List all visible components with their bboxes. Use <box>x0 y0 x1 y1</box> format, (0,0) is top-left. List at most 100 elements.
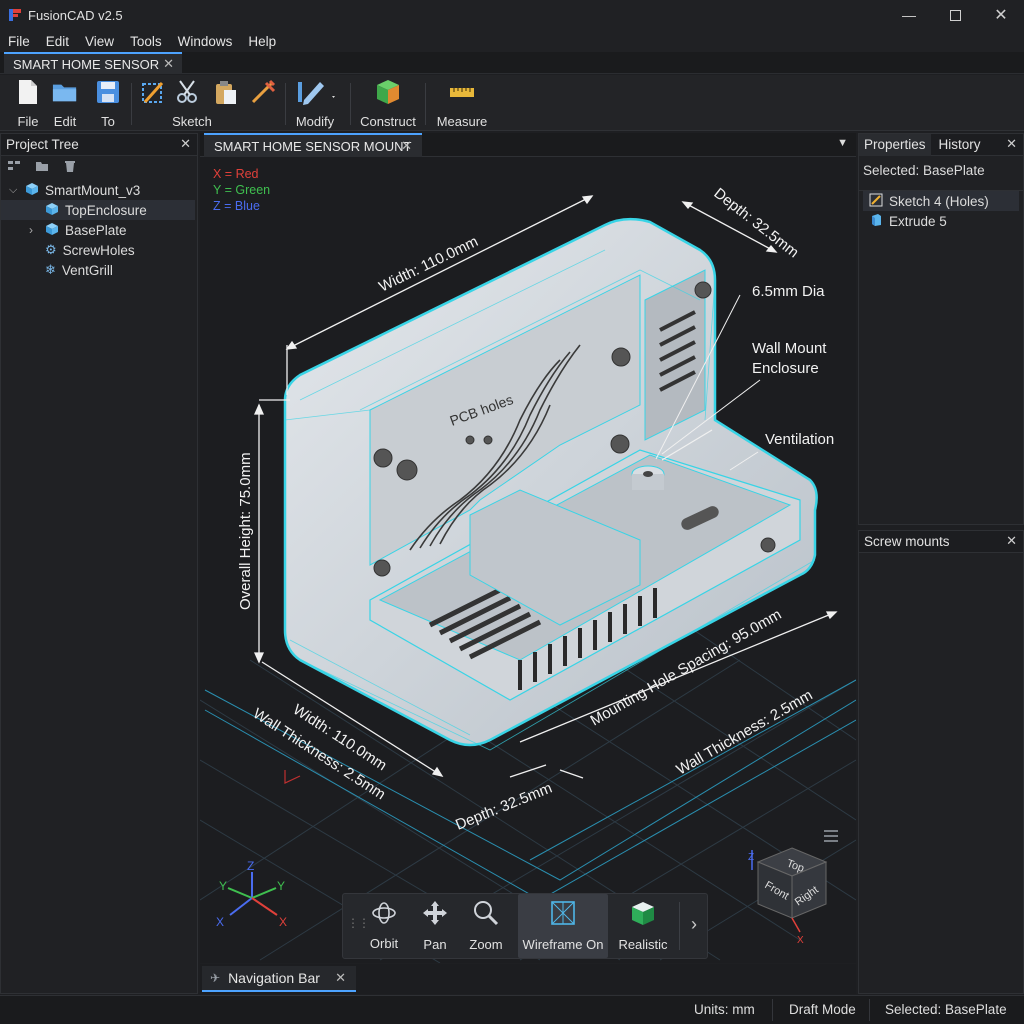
tab-properties[interactable]: Properties <box>859 133 931 156</box>
screw-mounts-title: Screw mounts <box>864 534 950 549</box>
pan-icon <box>422 900 448 929</box>
menu-edit[interactable]: Edit <box>38 34 77 49</box>
maximize-button[interactable] <box>932 0 978 30</box>
history-item-label: Sketch 4 (Holes) <box>889 193 989 209</box>
triad-x-label: X <box>216 915 224 929</box>
viewport-menu-icon[interactable] <box>824 830 838 842</box>
toolbar-sketch-button[interactable]: Sketch <box>140 79 244 129</box>
tree-item-label: BasePlate <box>65 222 127 238</box>
close-tab-icon[interactable]: ✕ <box>401 138 412 154</box>
status-mode: Draft Mode <box>789 1002 856 1017</box>
status-separator <box>869 999 870 1021</box>
navigation-bar: ⋮⋮ Orbit Pan Zoom Wireframe On Realistic… <box>342 893 708 959</box>
pan-button[interactable]: Pan <box>413 894 457 958</box>
toolbar-separator <box>425 83 426 125</box>
document-tab-bar: SMART HOME SENSOR ✕ <box>0 52 1024 74</box>
menu-file[interactable]: File <box>0 34 38 49</box>
viewport-tab[interactable]: SMART HOME SENSOR MOUNT ✕ <box>204 133 422 157</box>
snowflake-icon: ❄ <box>45 262 56 277</box>
dim-depth-top: Depth: 32.5mm <box>711 185 802 262</box>
tree-item-label: TopEnclosure <box>65 202 147 218</box>
chevron-right-icon[interactable]: › <box>691 914 697 935</box>
close-panel-icon[interactable]: ✕ <box>1006 533 1017 549</box>
triad-z-label: Z <box>247 859 254 873</box>
chevron-down-icon[interactable]: ⌵ <box>9 184 25 197</box>
close-tab-icon[interactable]: ✕ <box>335 970 346 986</box>
title-bar: FusionCAD v2.5 — ✕ <box>0 0 1024 30</box>
toolbar-save-label: To <box>101 114 115 129</box>
navbar-separator <box>679 902 680 950</box>
zoom-button[interactable]: Zoom <box>463 894 509 958</box>
toolbar-construct-button[interactable]: Construct <box>358 79 418 129</box>
dim-overall-height: Overall Height: 75.0mm <box>237 452 254 610</box>
toolbar-separator <box>131 83 132 125</box>
project-tree-header: Project Tree ✕ <box>1 134 197 156</box>
toolbar-modify-button[interactable]: Modify <box>292 79 338 129</box>
close-icon: ✕ <box>994 7 1008 24</box>
toolbar-construct-label: Construct <box>360 114 416 129</box>
history-item-extrude5[interactable]: Extrude 5 <box>863 211 1019 231</box>
realistic-button[interactable]: Realistic <box>613 894 673 958</box>
viewport-tab-bar: SMART HOME SENSOR MOUNT ✕ ▼ <box>200 133 856 157</box>
dim-width-top: Width: 110.0mm <box>376 233 481 296</box>
orbit-label: Orbit <box>369 936 399 951</box>
screw-mounts-header: Screw mounts ✕ <box>859 531 1023 553</box>
menu-view[interactable]: View <box>77 34 122 49</box>
tree-item-ventgrill[interactable]: ❄ VentGrill <box>1 260 197 280</box>
minimize-button[interactable]: — <box>886 0 932 30</box>
tree-item-topenclosure[interactable]: TopEnclosure <box>1 200 195 220</box>
sketch-icon <box>140 79 244 105</box>
toolbar: File Edit To Sketch Modify Construct Mea… <box>0 75 1024 131</box>
menu-bar: File Edit View Tools Windows Help <box>0 30 1024 52</box>
history-item-label: Extrude 5 <box>889 213 947 229</box>
gear-icon: ⚙ <box>45 242 57 257</box>
menu-tools[interactable]: Tools <box>122 34 170 49</box>
dim-wall-thickness-right: Wall Thickness: 2.5mm <box>674 687 816 779</box>
pan-label: Pan <box>423 937 447 952</box>
status-bar: Units: mm Draft Mode Selected: BasePlate <box>0 995 1024 1024</box>
label-wall-mount: Wall Mount <box>752 340 827 357</box>
close-panel-icon[interactable]: ✕ <box>180 136 191 152</box>
app-title: FusionCAD v2.5 <box>28 7 123 23</box>
tree-root-item[interactable]: ⌵ SmartMount_v3 <box>1 180 197 200</box>
toolbar-save-button[interactable]: To <box>94 79 122 129</box>
tab-dropdown-icon[interactable]: ▼ <box>837 137 848 149</box>
navigation-bar-tab[interactable]: ✈ Navigation Bar ✕ <box>202 966 356 992</box>
bottom-tab-bar: ✈ Navigation Bar ✕ <box>200 964 856 994</box>
app-logo-icon <box>8 8 22 22</box>
tree-root-label: SmartMount_v3 <box>45 182 141 198</box>
menu-help[interactable]: Help <box>240 34 284 49</box>
toolbar-separator <box>285 83 286 125</box>
realistic-label: Realistic <box>618 937 668 952</box>
tree-delete-icon[interactable] <box>63 159 77 176</box>
history-item-sketch4[interactable]: Sketch 4 (Holes) <box>863 191 1019 211</box>
close-panel-icon[interactable]: ✕ <box>1006 136 1017 152</box>
close-tab-icon[interactable]: ✕ <box>163 56 174 72</box>
triad-y2-label: Y <box>277 879 285 893</box>
close-button[interactable]: ✕ <box>978 0 1024 30</box>
document-tab[interactable]: SMART HOME SENSOR ✕ <box>4 52 182 74</box>
tree-settings-icon[interactable] <box>7 159 21 176</box>
toolbar-delete-button[interactable] <box>248 79 278 105</box>
tree-item-screwholes[interactable]: ⚙ ScrewHoles <box>1 240 197 260</box>
component-cube-icon <box>25 182 39 199</box>
properties-tabs: Properties History ✕ <box>859 133 1023 156</box>
chevron-right-icon[interactable]: › <box>29 223 45 237</box>
tree-item-baseplate[interactable]: › BasePlate <box>1 220 197 240</box>
toolbar-edit-button[interactable]: Edit <box>50 79 80 129</box>
toolbar-file-button[interactable]: File <box>14 79 42 129</box>
dim-depth-bottom: Depth: 32.5mm <box>453 780 554 834</box>
wireframe-toggle-button[interactable]: Wireframe On <box>518 894 608 958</box>
toolbar-edit-label: Edit <box>53 114 77 129</box>
zoom-icon <box>473 900 499 929</box>
menu-windows[interactable]: Windows <box>170 34 241 49</box>
tree-folder-icon[interactable] <box>35 159 49 176</box>
toolbar-measure-button[interactable]: Measure <box>434 79 490 129</box>
label-ventilation: Ventilation <box>765 431 834 448</box>
3d-viewport[interactable]: X = Red Y = Green Z = Blue Width: 110.0m… <box>200 157 856 963</box>
tab-history[interactable]: History <box>931 134 989 156</box>
orbit-button[interactable]: Orbit <box>361 894 407 958</box>
toolbar-file-label: File <box>17 114 39 129</box>
toolbar-separator <box>350 83 351 125</box>
triad-y-label: Y <box>219 879 227 893</box>
